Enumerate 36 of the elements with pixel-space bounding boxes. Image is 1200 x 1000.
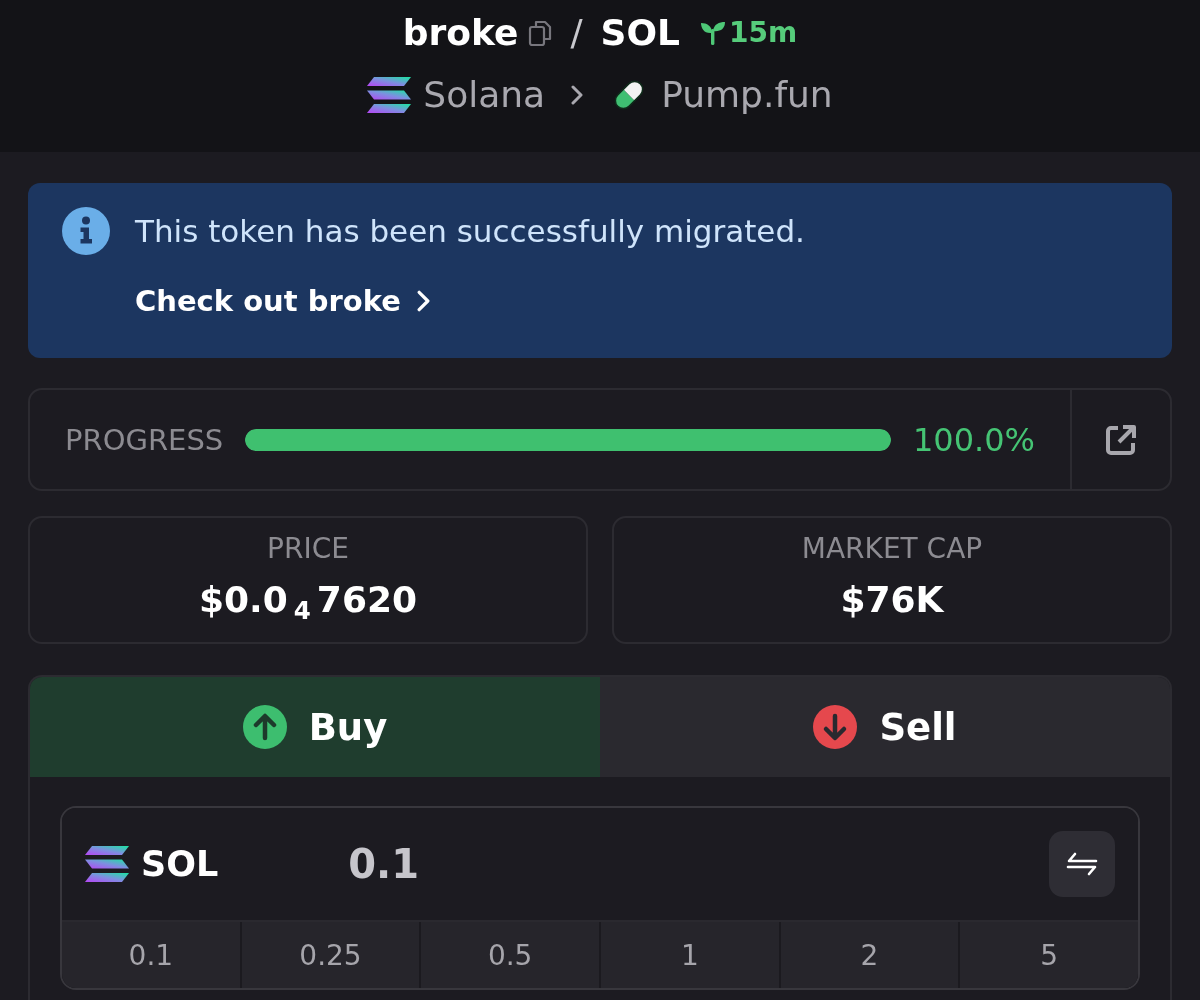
solana-logo-icon — [85, 846, 129, 882]
preset-amount-button[interactable]: 0.25 — [241, 922, 420, 988]
preset-amount-button[interactable]: 0.5 — [421, 922, 599, 988]
sprout-icon — [700, 21, 727, 45]
external-link-icon — [1104, 422, 1138, 457]
solana-logo-icon — [367, 77, 412, 113]
swap-button[interactable] — [1049, 831, 1115, 897]
swap-icon — [1066, 852, 1098, 876]
token-symbol: broke — [402, 11, 519, 55]
stat-label: MARKET CAP — [801, 531, 983, 567]
info-icon — [62, 207, 110, 255]
progress-reading: 100.0% — [913, 420, 1035, 459]
preset-amount-button[interactable]: 2 — [780, 922, 959, 988]
preset-amount-button[interactable]: 5 — [960, 922, 1138, 988]
banner-message: This token has been successfully migrated. — [135, 212, 805, 251]
arrow-down-circle-icon — [813, 705, 858, 749]
sell-tab[interactable]: Sell — [600, 677, 1170, 777]
chain-link[interactable]: Solana — [423, 72, 546, 118]
platform-link[interactable]: Pump.fun — [661, 72, 833, 118]
currency-label: SOL — [141, 844, 219, 884]
preset-amount-button[interactable]: 0.1 — [62, 922, 240, 988]
pair-separator: / — [570, 11, 583, 55]
chevron-right-icon — [416, 289, 430, 313]
chevron-right-icon — [571, 85, 584, 105]
copy-icon[interactable] — [528, 19, 553, 47]
quote-symbol: SOL — [600, 11, 681, 55]
check-out-link[interactable]: Check out broke — [135, 281, 430, 321]
preset-amount-button[interactable]: 1 — [601, 922, 779, 988]
buy-tab[interactable]: Buy — [30, 677, 600, 777]
amount-input[interactable]: 0.1 — [348, 841, 420, 887]
stat-value: $0.0$_{4}$7620 — [198, 578, 418, 624]
token-age: 15m — [729, 15, 798, 51]
stat-value: $76K — [840, 578, 944, 622]
arrow-up-circle-icon — [242, 705, 287, 749]
stat-label: PRICE — [267, 531, 349, 567]
progress-label: PROGRESS — [65, 422, 224, 457]
